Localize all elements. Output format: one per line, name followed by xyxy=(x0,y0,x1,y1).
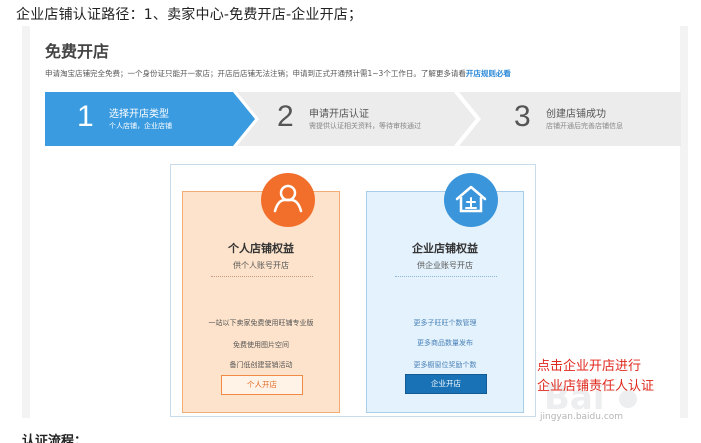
business-card-divider xyxy=(395,276,497,277)
step-1-desc: 个人店铺，企业店铺 xyxy=(109,122,172,130)
personal-feature-3: 备门低创建营销活动 xyxy=(229,361,293,369)
personal-card-divider xyxy=(211,276,313,277)
annotation-line-1: 点击企业开店进行 xyxy=(537,359,642,374)
watermark-url: jingyan.baidu.com xyxy=(540,412,624,422)
step-1-number: 1 xyxy=(77,100,94,133)
annotation-line-2: 企业店铺责任人认证 xyxy=(537,379,655,394)
shop-type-panel: 个人店铺权益 供个人账号开店 一站以下卖家免费使用旺铺专业版 免费使用图片空间 … xyxy=(170,164,536,417)
business-feature-1: 更多子旺旺个数管理 xyxy=(413,319,477,327)
shop-icon xyxy=(444,173,498,227)
personal-feature-2: 免费使用图片空间 xyxy=(233,341,289,349)
business-feature-3: 更多橱窗位奖励个数 xyxy=(413,361,477,369)
step-2-number: 2 xyxy=(277,100,294,133)
business-open-shop-button[interactable]: 企业开店 xyxy=(405,374,487,394)
business-feature-2: 更多商品数量发布 xyxy=(417,339,473,347)
step-3-title: 创建店铺成功 xyxy=(546,109,606,120)
personal-card-subtitle: 供个人账号开店 xyxy=(233,261,289,270)
business-card-title: 企业店铺权益 xyxy=(412,242,478,255)
step-3-desc: 店铺开通后完善店铺信息 xyxy=(546,122,623,130)
step-2-title: 申请开店认证 xyxy=(309,109,369,120)
notice-text: 申请淘宝店铺完全免费；一个身份证只能开一家店；开店后店铺无法注销；申请到正式开通… xyxy=(45,68,511,79)
footer-heading: 认证流程： xyxy=(22,434,88,443)
step-3: 3 创建店铺成功 店铺开通后完善店铺信息 xyxy=(459,92,681,146)
business-card-subtitle: 供企业账号开店 xyxy=(417,261,473,270)
personal-feature-1: 一站以下卖家免费使用旺铺专业版 xyxy=(208,319,314,327)
personal-card-title: 个人店铺权益 xyxy=(228,242,294,255)
intro-text: 企业店铺认证路径：1、卖家中心-免费开店-企业开店； xyxy=(16,7,363,23)
step-2-desc: 需提供认证相关资料，等待审核通过 xyxy=(309,122,421,130)
personal-open-shop-button[interactable]: 个人开店 xyxy=(221,375,303,395)
step-3-number: 3 xyxy=(514,100,531,133)
step-2: 2 申请开店认证 需提供认证相关资料，等待审核通过 xyxy=(237,92,477,146)
page-title: 免费开店 xyxy=(45,42,110,61)
step-1-title: 选择开店类型 xyxy=(109,109,169,120)
person-icon xyxy=(261,173,315,227)
progress-steps: 1 选择开店类型 个人店铺，企业店铺 2 申请开店认证 需提供认证相关资料，等待… xyxy=(45,92,681,146)
step-1: 1 选择开店类型 个人店铺，企业店铺 xyxy=(45,92,255,146)
rules-link[interactable]: 开店规则必看 xyxy=(466,69,511,78)
red-annotation: 点击企业开店进行 企业店铺责任人认证 xyxy=(537,357,654,397)
notice-body: 申请淘宝店铺完全免费；一个身份证只能开一家店；开店后店铺无法注销；申请到正式开通… xyxy=(45,69,466,78)
